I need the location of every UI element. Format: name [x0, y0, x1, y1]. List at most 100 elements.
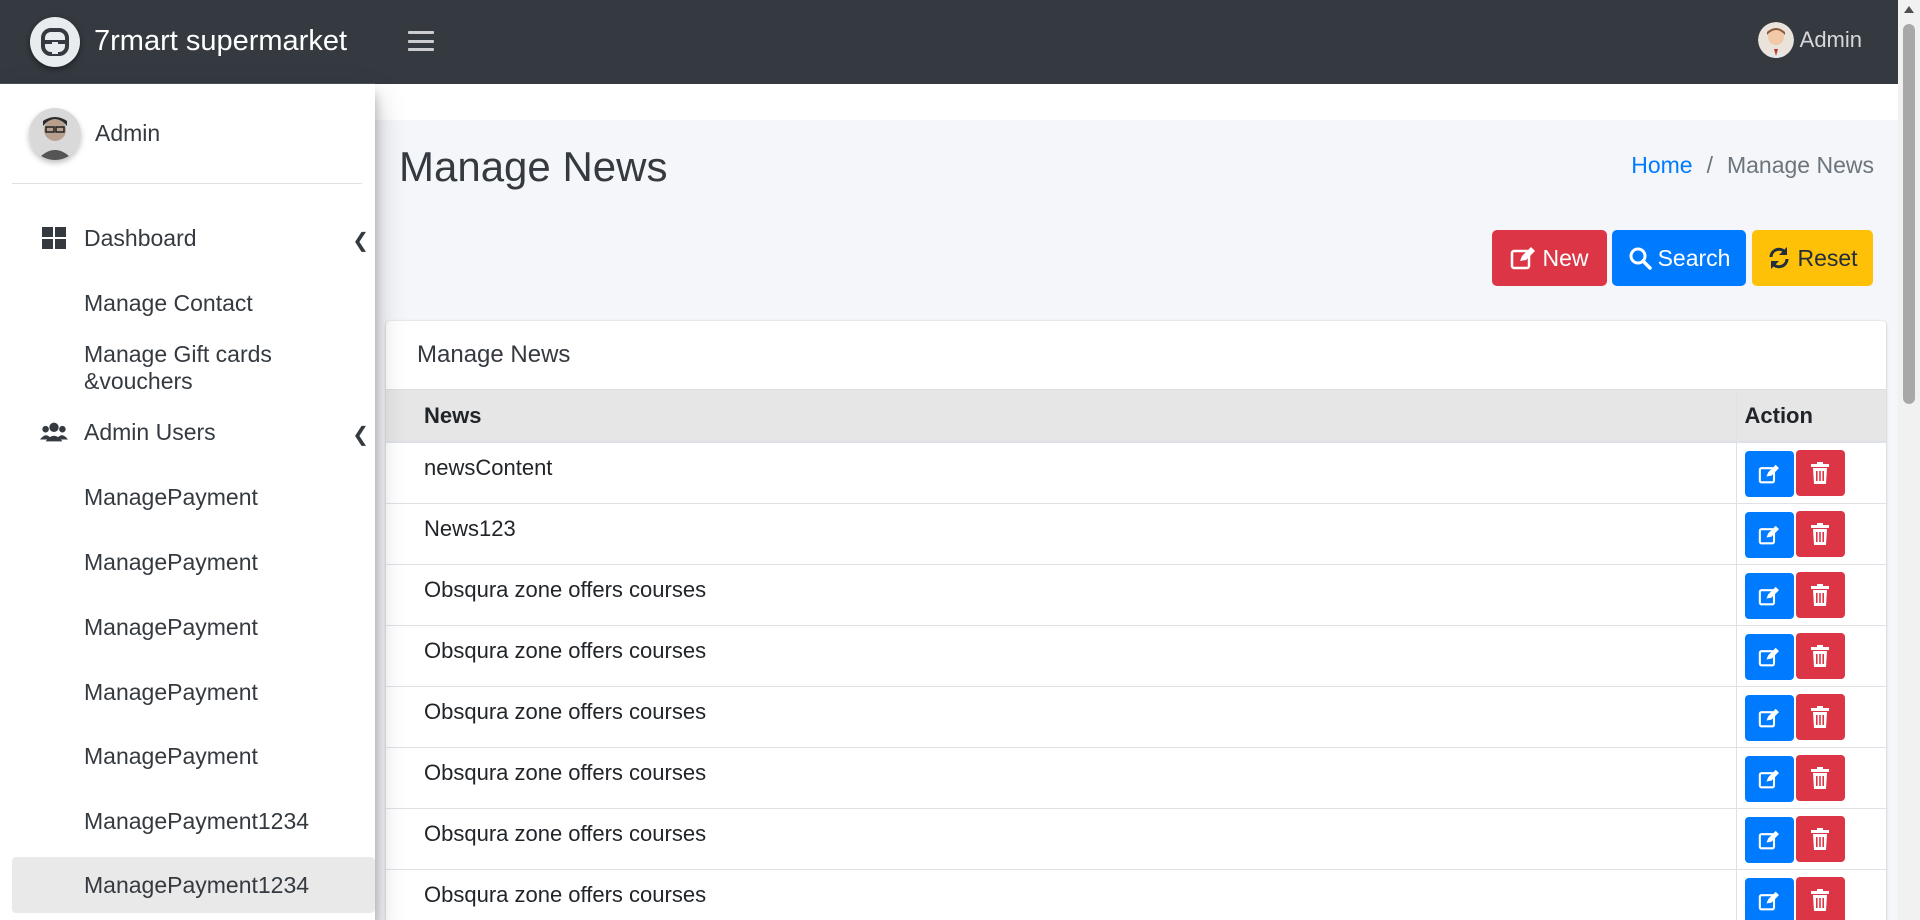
content-top-strip	[375, 84, 1898, 120]
news-table: News Action newsContent News123 Obsqura zo…	[386, 390, 1886, 920]
action-cell	[1735, 563, 1886, 625]
edit-button[interactable]	[1744, 816, 1794, 863]
delete-button[interactable]	[1795, 754, 1845, 801]
edit-button[interactable]	[1744, 451, 1794, 497]
table-row: Obsqura zone offers courses	[386, 624, 1886, 686]
scrollbar-thumb[interactable]	[1903, 24, 1915, 404]
action-cell	[1735, 868, 1886, 920]
menu-toggle-icon[interactable]	[408, 28, 434, 54]
breadcrumb-separator: /	[1706, 152, 1713, 178]
sidebar-item-manage-payment1234-active[interactable]: ManagePayment1234	[12, 857, 375, 913]
sidebar-item-label: ManagePayment	[84, 742, 258, 769]
action-cell	[1735, 685, 1886, 747]
edit-button[interactable]	[1744, 511, 1794, 558]
users-icon	[40, 422, 68, 442]
card-title: Manage News	[386, 321, 1886, 390]
brand-text: 7rmart supermarket	[94, 25, 348, 57]
column-header-action: Action	[1735, 390, 1886, 443]
sidebar-item-label: Manage Gift cards &vouchers	[84, 341, 272, 394]
user-menu[interactable]: Admin	[1757, 22, 1862, 58]
dashboard-icon	[42, 227, 66, 249]
search-button[interactable]: Search	[1612, 230, 1746, 286]
edit-icon	[1758, 769, 1779, 788]
breadcrumb: Home / Manage News	[1631, 152, 1874, 179]
table-row: Obsqura zone offers courses	[386, 868, 1886, 920]
sidebar-item-admin-users[interactable]: Admin Users ❮	[12, 404, 375, 460]
sidebar-item-manage-payment[interactable]: ManagePayment	[12, 599, 375, 655]
refresh-icon	[1769, 247, 1789, 269]
sidebar-item-label: Dashboard	[84, 224, 197, 251]
page-scrollbar[interactable]	[1898, 0, 1920, 920]
edit-icon	[1758, 525, 1779, 544]
trash-icon	[1811, 766, 1829, 789]
edit-button[interactable]	[1744, 572, 1794, 619]
news-cell: Obsqura zone offers courses	[386, 868, 1736, 920]
sidebar-item-manage-gift-cards[interactable]: Manage Gift cards &vouchers	[12, 340, 375, 396]
table-row: newsContent	[386, 441, 1886, 503]
chevron-left-icon: ❮	[352, 424, 369, 446]
sidebar-item-label: ManagePayment	[84, 678, 258, 705]
sidebar-item-manage-payment[interactable]: ManagePayment	[12, 469, 375, 525]
delete-button[interactable]	[1795, 510, 1845, 557]
action-cell	[1735, 746, 1886, 808]
reset-button-label: Reset	[1797, 244, 1858, 271]
scroll-up-arrow-icon[interactable]	[1904, 6, 1914, 13]
sidebar: Admin Dashboard ❮ Manage Contact Manage …	[0, 84, 375, 920]
edit-button[interactable]	[1744, 755, 1794, 802]
edit-button[interactable]	[1744, 694, 1794, 741]
table-header-row: News Action	[386, 390, 1886, 443]
trash-icon	[1811, 522, 1829, 545]
delete-button[interactable]	[1795, 693, 1845, 740]
avatar	[29, 107, 81, 160]
delete-button[interactable]	[1795, 815, 1845, 862]
sidebar-item-label: Admin Users	[84, 418, 216, 445]
action-cell	[1735, 807, 1886, 869]
action-cell	[1735, 441, 1886, 503]
new-button[interactable]: New	[1492, 230, 1607, 286]
top-navbar: 7rmart supermarket Admin	[0, 0, 1898, 84]
delete-button[interactable]	[1795, 632, 1845, 679]
table-row: News123	[386, 502, 1886, 564]
sidebar-item-dashboard[interactable]: Dashboard ❮	[12, 210, 375, 266]
brand-link[interactable]: 7rmart supermarket	[0, 0, 375, 84]
new-button-label: New	[1542, 244, 1589, 271]
sidebar-item-manage-payment[interactable]: ManagePayment	[12, 728, 375, 784]
news-cell: Obsqura zone offers courses	[386, 685, 1736, 747]
news-cell: Obsqura zone offers courses	[386, 563, 1736, 625]
trash-icon	[1811, 583, 1829, 606]
breadcrumb-home-link[interactable]: Home	[1631, 152, 1692, 179]
table-row: Obsqura zone offers courses	[386, 746, 1886, 808]
action-cell	[1735, 502, 1886, 564]
news-cell: Obsqura zone offers courses	[386, 746, 1736, 808]
trash-icon	[1811, 644, 1829, 667]
chevron-left-icon: ❮	[352, 230, 369, 252]
action-cell	[1735, 624, 1886, 686]
edit-icon	[1758, 708, 1779, 727]
page-title: Manage News	[399, 143, 668, 190]
sidebar-item-label: ManagePayment1234	[84, 807, 310, 834]
delete-button[interactable]	[1795, 571, 1845, 618]
edit-button[interactable]	[1744, 633, 1794, 680]
trash-icon	[1811, 888, 1829, 911]
edit-icon	[1758, 464, 1779, 484]
search-button-label: Search	[1657, 244, 1731, 271]
user-menu-label: Admin	[1799, 27, 1862, 52]
table-row: Obsqura zone offers courses	[386, 807, 1886, 869]
news-card: Manage News News Action newsContent News1…	[386, 321, 1886, 920]
sidebar-item-manage-payment1234[interactable]: ManagePayment1234	[12, 793, 375, 849]
news-cell: News123	[386, 502, 1736, 564]
edit-button[interactable]	[1744, 877, 1794, 920]
sidebar-item-manage-payment[interactable]: ManagePayment	[12, 534, 375, 590]
delete-button[interactable]	[1795, 876, 1845, 920]
sidebar-item-manage-payment[interactable]: ManagePayment	[12, 664, 375, 720]
sidebar-item-manage-contact[interactable]: Manage Contact	[12, 275, 375, 331]
trash-icon	[1811, 705, 1829, 728]
sidebar-item-label: Manage Contact	[84, 289, 253, 316]
delete-button[interactable]	[1795, 450, 1845, 496]
sidebar-user-panel[interactable]: Admin	[12, 84, 362, 184]
edit-icon	[1758, 891, 1779, 910]
breadcrumb-current: Manage News	[1726, 152, 1874, 178]
sidebar-user-name: Admin	[95, 120, 161, 146]
reset-button[interactable]: Reset	[1752, 230, 1873, 286]
news-cell: Obsqura zone offers courses	[386, 624, 1736, 686]
